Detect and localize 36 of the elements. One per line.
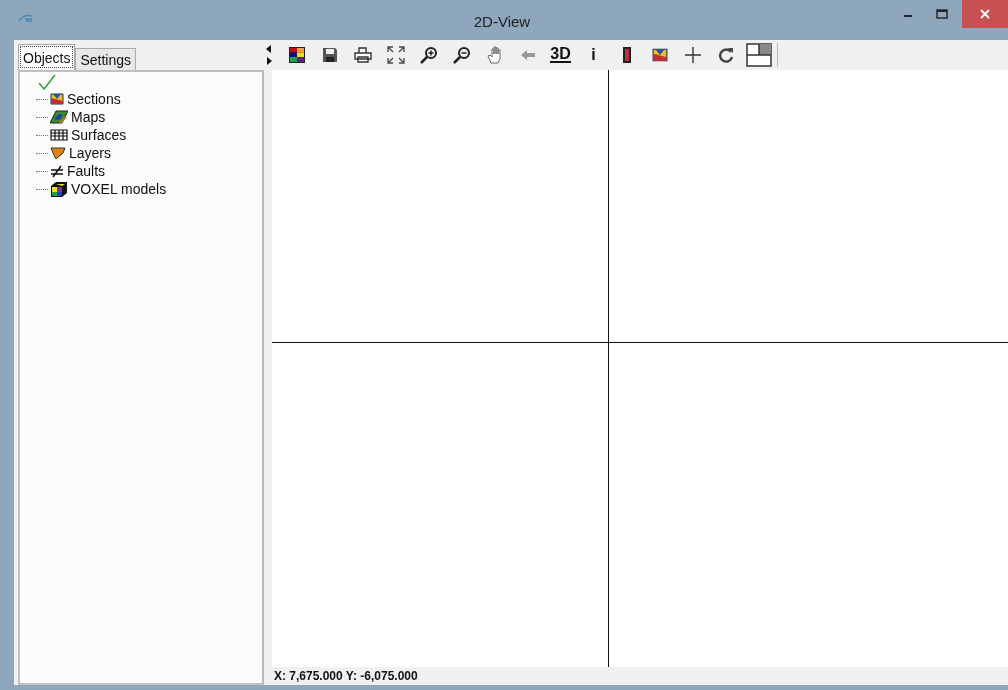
section-icon	[50, 93, 64, 105]
coordinates-readout: X: 7,675.000 Y: -6,075.000	[274, 669, 418, 683]
tree-item[interactable]: Sections	[67, 91, 121, 107]
grid-icon	[50, 129, 68, 141]
maximize-icon	[936, 9, 948, 19]
zoom-in-icon[interactable]	[419, 46, 438, 64]
app-icon	[18, 14, 34, 24]
toolbar-button[interactable]: i	[591, 46, 596, 64]
window-title: 2D-View	[472, 13, 532, 30]
toolbar-button[interactable]: 3D	[550, 47, 571, 63]
tree-item[interactable]: Faults	[67, 163, 106, 179]
palette-icon[interactable]	[288, 47, 305, 63]
tab[interactable]: Settings	[75, 48, 137, 70]
save-icon[interactable]	[321, 47, 338, 63]
splitter-arrows-icon[interactable]	[266, 44, 272, 66]
expand-icon[interactable]	[386, 46, 405, 64]
close-icon	[980, 9, 990, 19]
refresh-icon[interactable]	[717, 47, 734, 63]
fault-icon	[50, 164, 64, 178]
tree-item[interactable]: VOXEL models	[71, 181, 167, 197]
tab[interactable]: Objects	[18, 44, 76, 70]
map-icon	[50, 110, 68, 124]
layout-icon[interactable]	[745, 43, 772, 67]
crosshair-icon[interactable]	[683, 46, 702, 64]
cube-icon	[50, 180, 68, 198]
zoom-out-icon[interactable]	[452, 46, 471, 64]
print-icon[interactable]	[353, 47, 372, 63]
check-icon[interactable]	[38, 74, 56, 90]
close-button[interactable]	[962, 0, 1008, 28]
tree-item[interactable]: Layers	[69, 145, 112, 161]
tree-item[interactable]: Surfaces	[71, 127, 127, 143]
tree-item[interactable]: Maps	[71, 109, 106, 125]
well-icon[interactable]	[622, 47, 631, 63]
hand-icon[interactable]	[486, 46, 503, 64]
section-icon[interactable]	[651, 48, 668, 62]
layer-icon	[50, 146, 66, 160]
